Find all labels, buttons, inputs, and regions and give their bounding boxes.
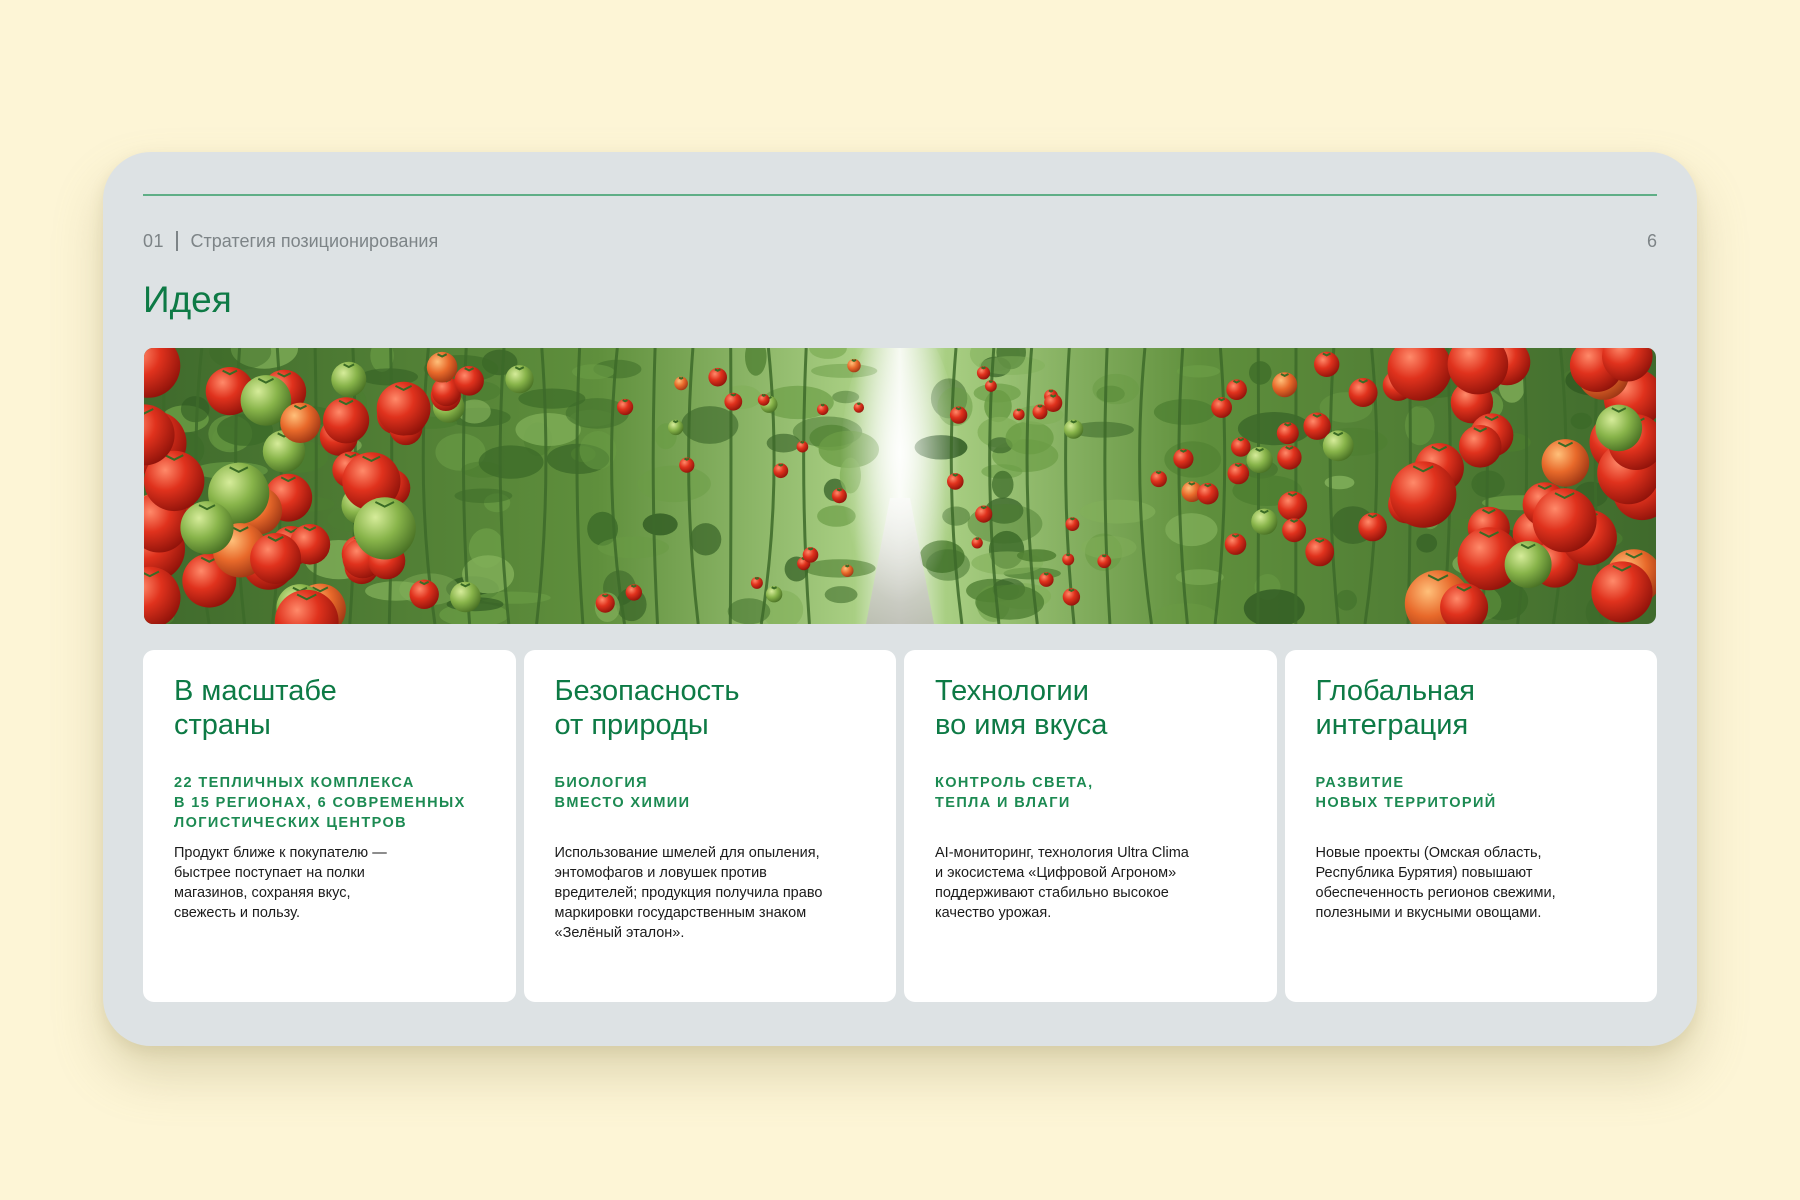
photo-tomato-calyx bbox=[844, 564, 850, 568]
feature-card-integration: Глобальная интеграция РАЗВИТИЕ НОВЫХ ТЕР… bbox=[1284, 650, 1657, 1002]
card-title: Безопасность от природы bbox=[554, 675, 740, 741]
section-number: 01 bbox=[143, 230, 165, 251]
card-subtitle: РАЗВИТИЕ НОВЫХ ТЕРРИТОРИЙ bbox=[1315, 775, 1497, 811]
photo-tomato-calyx bbox=[778, 463, 784, 467]
photo-tomato-calyx bbox=[807, 547, 814, 551]
photo-tomato-calyx bbox=[1048, 389, 1054, 393]
card-subtitle: КОНТРОЛЬ СВЕТА, ТЕПЛА И ВЛАГИ bbox=[935, 775, 1094, 811]
photo-stem bbox=[1256, 348, 1261, 624]
photo-leaf bbox=[1249, 361, 1272, 385]
slide-title: Идея bbox=[143, 279, 232, 320]
slide-header: 01 Стратегия позиционирования 6 bbox=[143, 228, 1657, 254]
photo-leaf bbox=[1016, 549, 1057, 562]
photo-tomato-calyx bbox=[975, 537, 980, 541]
photo-tomato-calyx bbox=[981, 366, 986, 370]
photo-leaf bbox=[991, 470, 1014, 499]
photo-tomato-calyx bbox=[1016, 408, 1021, 412]
photo-leaf bbox=[642, 513, 678, 536]
photo-leaf bbox=[1153, 399, 1215, 425]
card-subtitle: 22 ТЕПЛИЧНЫХ КОМПЛЕКСА В 15 РЕГИОНАХ, 6 … bbox=[174, 775, 466, 831]
card-text: Использование шмелей для опыления, энтом… bbox=[554, 845, 823, 941]
feature-card-technology: Технологии во имя вкуса КОНТРОЛЬ СВЕТА, … bbox=[904, 650, 1277, 1002]
photo-leaf bbox=[637, 465, 711, 503]
photo-leaf bbox=[1176, 365, 1221, 378]
photo-tomato-calyx bbox=[1037, 404, 1043, 408]
photo-leaf bbox=[1165, 513, 1218, 547]
photo-tomato-calyx bbox=[980, 505, 987, 510]
photo-leaf bbox=[1092, 373, 1140, 405]
photo-tomato-calyx bbox=[622, 399, 628, 403]
feature-cards: В масштабе страны 22 ТЕПЛИЧНЫХ КОМПЛЕКСА… bbox=[143, 650, 1657, 1002]
card-text: Продукт ближе к покупателю — быстрее пос… bbox=[174, 845, 387, 921]
card-title: Технологии во имя вкуса bbox=[935, 675, 1108, 741]
photo-tomato-calyx bbox=[955, 406, 962, 411]
photo-tomato-calyx bbox=[952, 473, 959, 477]
photo-tomato-calyx bbox=[851, 358, 857, 363]
photo-tomato-calyx bbox=[1101, 554, 1107, 558]
photo-leaf bbox=[478, 445, 544, 479]
top-divider bbox=[143, 194, 1657, 196]
presentation-slide: 01 Стратегия позиционирования 6 Идея В м… bbox=[103, 152, 1697, 1046]
photo-leaf bbox=[1237, 412, 1312, 446]
photo-tomato-calyx bbox=[820, 403, 825, 407]
photo-tomato-calyx bbox=[1069, 517, 1075, 521]
photo-leaf bbox=[1416, 533, 1438, 553]
photo-tomato-calyx bbox=[678, 376, 684, 380]
photo-tomato-calyx bbox=[988, 380, 994, 383]
page-number: 6 bbox=[1646, 230, 1657, 251]
feature-card-scale: В масштабе страны 22 ТЕПЛИЧНЫХ КОМПЛЕКСА… bbox=[143, 650, 516, 1002]
card-text: AI-мониторинг, технология Ultra Clima и … bbox=[935, 845, 1189, 921]
card-subtitle: БИОЛОГИЯ ВМЕСТО ХИМИИ bbox=[554, 775, 691, 811]
feature-card-safety: Безопасность от природы БИОЛОГИЯ ВМЕСТО … bbox=[523, 650, 896, 1002]
photo-tomato-calyx bbox=[856, 402, 861, 406]
card-title: Глобальная интеграция bbox=[1315, 675, 1475, 741]
header-separator bbox=[176, 231, 178, 251]
photo-leaf bbox=[1336, 589, 1357, 611]
tomato-greenhouse-photo bbox=[144, 348, 1656, 624]
photo-leaf bbox=[824, 586, 858, 604]
photo-tomato-calyx bbox=[730, 393, 737, 397]
photo-leaf bbox=[690, 523, 722, 556]
photo-tomato-calyx bbox=[1065, 553, 1071, 557]
photo-leaf bbox=[1570, 412, 1593, 430]
photo-tomato-calyx bbox=[761, 393, 766, 397]
photo-leaf bbox=[1079, 499, 1156, 524]
photo-stem bbox=[728, 348, 733, 624]
photo-tomato-calyx bbox=[672, 420, 679, 424]
photo-tomato-calyx bbox=[630, 584, 637, 588]
photo-tomato-calyx bbox=[1155, 470, 1162, 475]
photo-leaf bbox=[1081, 535, 1137, 559]
photo-tomato-calyx bbox=[684, 457, 690, 461]
photo-tomato-calyx bbox=[800, 440, 805, 444]
section-title: Стратегия позиционирования bbox=[190, 230, 439, 251]
photo-tomato-calyx bbox=[754, 576, 760, 580]
photo-tomato-calyx bbox=[771, 586, 778, 590]
card-title: В масштабе страны bbox=[174, 675, 337, 741]
photo-leaf bbox=[597, 536, 669, 559]
photo-tomato-calyx bbox=[836, 488, 843, 492]
photo-leaf bbox=[1005, 421, 1054, 455]
photo-tomato-calyx bbox=[1043, 572, 1049, 576]
card-text: Новые проекты (Омская область, Республик… bbox=[1315, 845, 1556, 921]
photo-leaf bbox=[180, 396, 210, 423]
